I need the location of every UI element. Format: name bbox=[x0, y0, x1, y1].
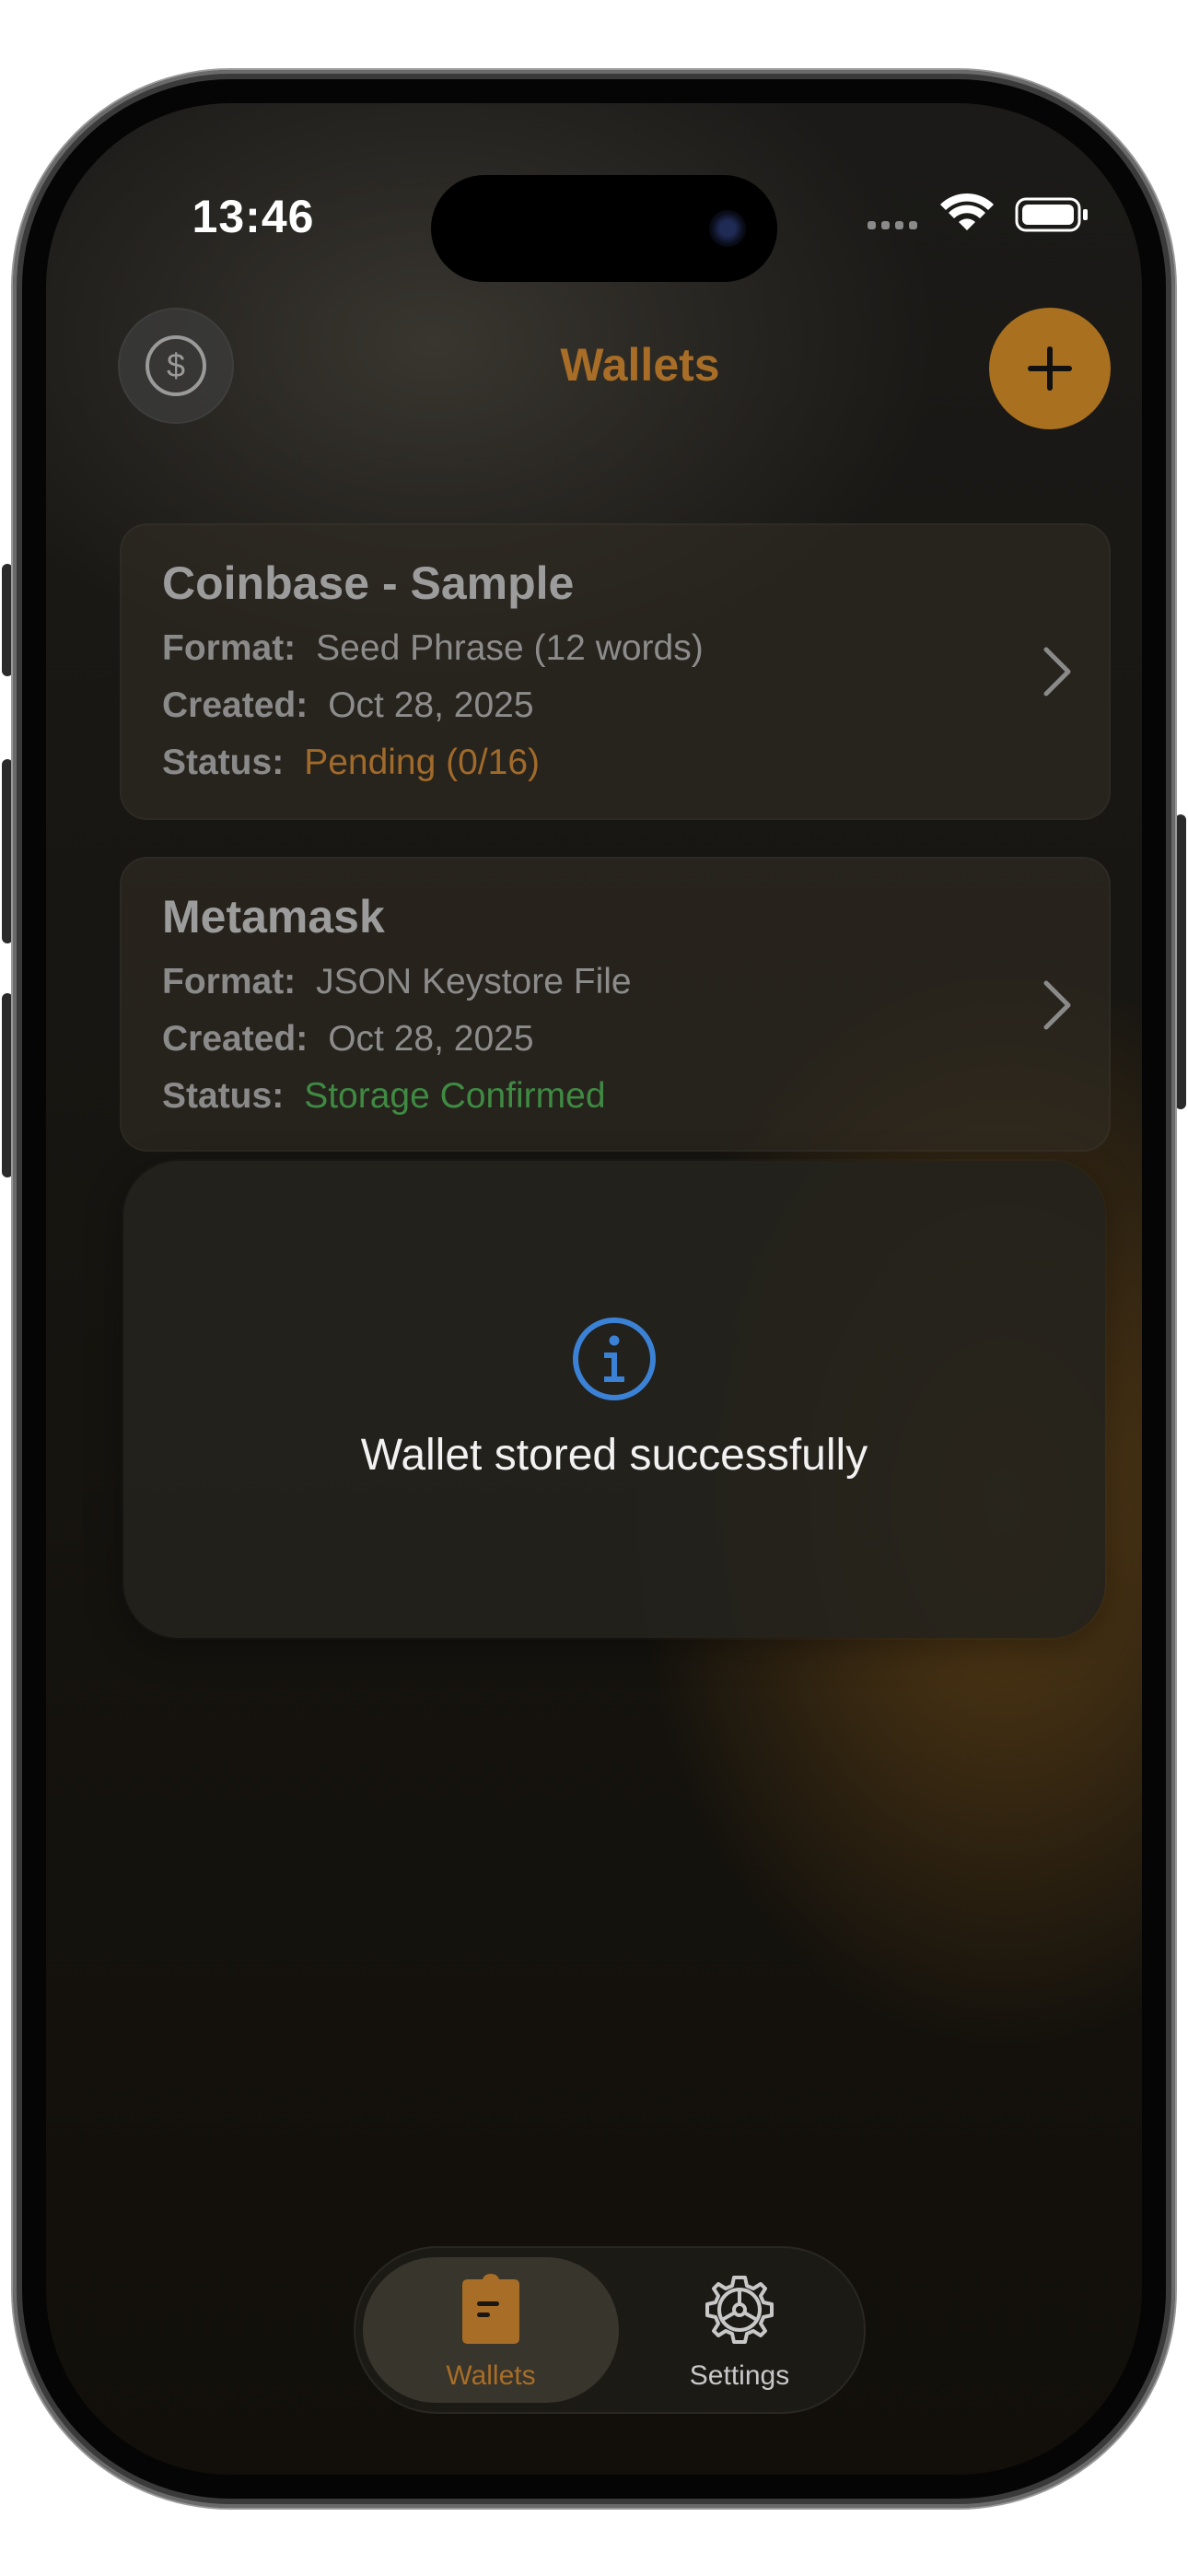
page-title: Wallets bbox=[560, 339, 720, 391]
tab-settings[interactable]: Settings bbox=[623, 2246, 856, 2414]
tab-bar: Wallets Settings bbox=[354, 2246, 866, 2414]
created-value: Oct 28, 2025 bbox=[328, 1019, 534, 1059]
toast-message: Wallet stored successfully bbox=[360, 1431, 868, 1480]
camera-icon bbox=[709, 210, 746, 247]
success-toast: Wallet stored successfully bbox=[123, 1161, 1105, 1638]
plus-icon bbox=[1028, 346, 1072, 391]
wallet-format-row: Format: JSON Keystore File bbox=[162, 962, 632, 1002]
power-button bbox=[1175, 814, 1186, 1109]
wallet-name: Metamask bbox=[162, 891, 385, 943]
wallet-format-row: Format: Seed Phrase (12 words) bbox=[162, 628, 704, 669]
wallet-card[interactable]: Metamask Format: JSON Keystore File Creat… bbox=[120, 857, 1111, 1152]
status-time: 13:46 bbox=[192, 191, 315, 242]
volume-down-button bbox=[2, 993, 13, 1177]
created-value: Oct 28, 2025 bbox=[328, 685, 534, 725]
format-label: Format: bbox=[162, 962, 297, 1001]
wallet-card[interactable]: Coinbase - Sample Format: Seed Phrase (12… bbox=[120, 523, 1111, 820]
add-wallet-button[interactable] bbox=[989, 308, 1111, 429]
wallet-status-row: Status: Pending (0/16) bbox=[162, 743, 540, 783]
wifi-icon bbox=[940, 193, 994, 230]
cellular-signal-icon bbox=[868, 221, 917, 229]
created-label: Created: bbox=[162, 685, 309, 725]
wallet-status-row: Status: Storage Confirmed bbox=[162, 1076, 606, 1117]
tab-wallets[interactable]: Wallets bbox=[363, 2246, 619, 2414]
format-value: Seed Phrase (12 words) bbox=[316, 628, 704, 668]
currency-button[interactable]: $ bbox=[118, 308, 234, 424]
status-indicators bbox=[847, 188, 1105, 243]
chevron-right-icon bbox=[1043, 980, 1071, 1030]
info-circle-icon bbox=[573, 1317, 656, 1400]
status-label: Status: bbox=[162, 1076, 285, 1116]
wallet-created-row: Created: Oct 28, 2025 bbox=[162, 1019, 534, 1060]
tab-label: Wallets bbox=[446, 2360, 536, 2391]
wallet-name: Coinbase - Sample bbox=[162, 557, 575, 609]
format-value: JSON Keystore File bbox=[316, 962, 632, 1001]
tab-label: Settings bbox=[689, 2360, 790, 2391]
gear-icon bbox=[705, 2276, 774, 2344]
wallet-icon bbox=[462, 2274, 519, 2344]
phone-bezel: 13:46 $ Wallets Coinbase - Sample Format… bbox=[22, 79, 1166, 2499]
status-label: Status: bbox=[162, 743, 285, 782]
app-screen: 13:46 $ Wallets Coinbase - Sample Format… bbox=[46, 103, 1142, 2475]
format-label: Format: bbox=[162, 628, 297, 668]
status-value: Pending (0/16) bbox=[304, 743, 541, 782]
status-value: Storage Confirmed bbox=[304, 1076, 606, 1116]
volume-up-button bbox=[2, 759, 13, 943]
action-button bbox=[2, 564, 13, 676]
battery-icon bbox=[1015, 197, 1088, 232]
phone-frame: 13:46 $ Wallets Coinbase - Sample Format… bbox=[13, 70, 1175, 2508]
dynamic-island bbox=[431, 175, 777, 282]
created-label: Created: bbox=[162, 1019, 309, 1059]
dollar-circle-icon: $ bbox=[146, 335, 206, 396]
chevron-right-icon bbox=[1043, 647, 1071, 697]
svg-text:$: $ bbox=[167, 346, 185, 384]
wallet-created-row: Created: Oct 28, 2025 bbox=[162, 685, 534, 726]
